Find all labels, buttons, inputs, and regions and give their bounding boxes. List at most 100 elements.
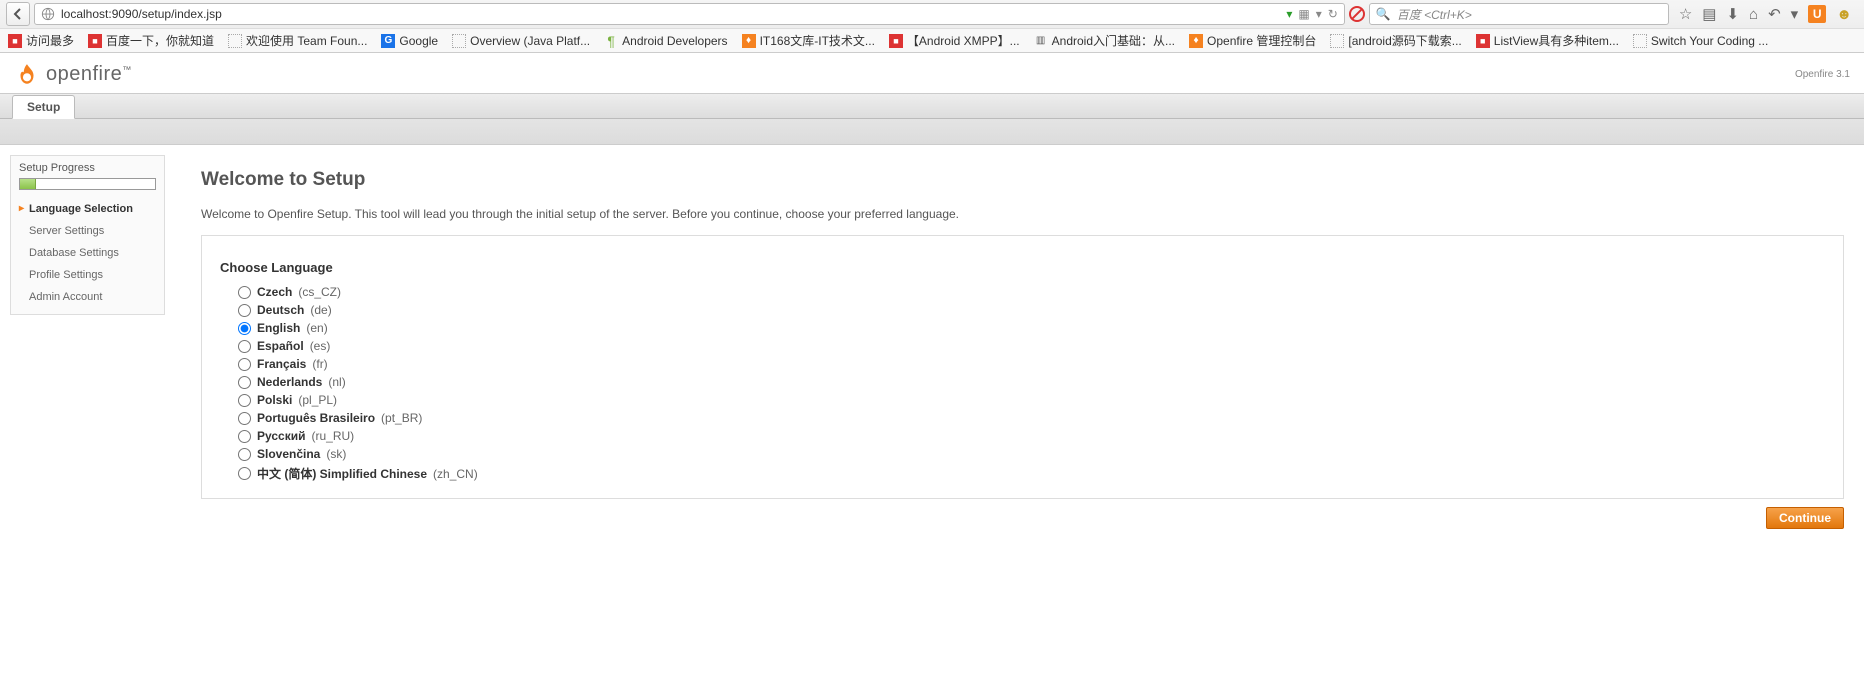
- language-radio[interactable]: [238, 394, 251, 407]
- language-label[interactable]: Português Brasileiro (pt_BR): [238, 411, 1825, 425]
- app-header: openfire™ Openfire 3.1: [0, 53, 1864, 93]
- face-icon[interactable]: ☻: [1836, 6, 1852, 23]
- openfire-logo-icon: [14, 61, 40, 87]
- bookmark-item[interactable]: ▥Android入门基础：从...: [1034, 32, 1175, 49]
- bookmark-favicon: ■: [88, 34, 102, 48]
- language-label[interactable]: Polski (pl_PL): [238, 393, 1825, 407]
- language-label[interactable]: 中文 (简体) Simplified Chinese (zh_CN): [238, 465, 1825, 482]
- language-label[interactable]: Français (fr): [238, 357, 1825, 371]
- undo-icon[interactable]: ↶: [1768, 5, 1781, 23]
- bookmark-favicon: [228, 34, 242, 48]
- language-radio[interactable]: [238, 412, 251, 425]
- bookmarks-bar: ■访问最多■百度一下，你就知道欢迎使用 Team Foun...GGoogleO…: [0, 28, 1864, 52]
- language-radio[interactable]: [238, 358, 251, 371]
- bookmark-favicon: ■: [1476, 34, 1490, 48]
- bookmark-item[interactable]: 欢迎使用 Team Foun...: [228, 32, 367, 49]
- progress-step[interactable]: Profile Settings: [19, 264, 156, 286]
- library-icon[interactable]: ▤: [1702, 5, 1716, 23]
- sidebar: Setup Progress Language SelectionServer …: [0, 145, 165, 549]
- bookmark-item[interactable]: ¶Android Developers: [604, 34, 727, 48]
- home-icon[interactable]: ⌂: [1749, 6, 1758, 23]
- sidebar-title: Setup Progress: [19, 162, 156, 174]
- main-content: Welcome to Setup Welcome to Openfire Set…: [165, 145, 1864, 549]
- language-code: (zh_CN): [433, 467, 478, 481]
- bookmark-label: Android入门基础：从...: [1052, 32, 1175, 49]
- bookmark-item[interactable]: ♦Openfire 管理控制台: [1189, 32, 1316, 49]
- bookmark-label: Openfire 管理控制台: [1207, 32, 1316, 49]
- more-icon[interactable]: ▾: [1791, 5, 1799, 23]
- bookmark-item[interactable]: Switch Your Coding ...: [1633, 34, 1768, 48]
- language-name: Français: [257, 357, 306, 371]
- progress-step[interactable]: Language Selection: [19, 198, 156, 220]
- language-radio[interactable]: [238, 322, 251, 335]
- bookmark-favicon: ■: [889, 34, 903, 48]
- reload-icon[interactable]: ↻: [1328, 7, 1338, 21]
- language-name: Nederlands: [257, 375, 322, 389]
- language-name: Slovenčina: [257, 447, 320, 461]
- bookmark-label: 访问最多: [26, 32, 74, 49]
- language-radio[interactable]: [238, 448, 251, 461]
- progress-step[interactable]: Server Settings: [19, 220, 156, 242]
- language-code: (nl): [328, 375, 345, 389]
- language-label[interactable]: Czech (cs_CZ): [238, 285, 1825, 299]
- url-bar[interactable]: localhost:9090/setup/index.jsp ▾ ▦ ▾ ↻: [34, 3, 1345, 25]
- bookmark-label: Google: [399, 34, 438, 48]
- language-code: (pl_PL): [298, 393, 337, 407]
- language-label[interactable]: Slovenčina (sk): [238, 447, 1825, 461]
- extension-icon[interactable]: U: [1808, 5, 1826, 23]
- bookmark-label: 【Android XMPP】...: [907, 32, 1020, 49]
- continue-button[interactable]: Continue: [1766, 507, 1844, 529]
- shield-icon: ▾: [1286, 7, 1292, 21]
- bookmark-item[interactable]: ■访问最多: [8, 32, 74, 49]
- search-bar[interactable]: 🔍 百度 <Ctrl+K>: [1369, 3, 1669, 25]
- language-label[interactable]: Deutsch (de): [238, 303, 1825, 317]
- language-name: 中文 (简体) Simplified Chinese: [257, 465, 427, 482]
- star-icon[interactable]: ☆: [1679, 5, 1692, 23]
- language-radio[interactable]: [238, 376, 251, 389]
- language-radio[interactable]: [238, 340, 251, 353]
- bookmark-item[interactable]: ■ListView具有多种item...: [1476, 32, 1619, 49]
- globe-icon: [41, 7, 55, 21]
- tab-setup[interactable]: Setup: [12, 95, 75, 119]
- language-option: Polski (pl_PL): [238, 391, 1825, 409]
- progress-step[interactable]: Database Settings: [19, 242, 156, 264]
- language-radio[interactable]: [238, 430, 251, 443]
- language-code: (pt_BR): [381, 411, 422, 425]
- dropdown-icon[interactable]: ▾: [1316, 7, 1322, 21]
- progress-step[interactable]: Admin Account: [19, 286, 156, 308]
- language-radio[interactable]: [238, 286, 251, 299]
- download-icon[interactable]: ⬇: [1726, 5, 1739, 23]
- bookmark-item[interactable]: [android源码下载索...: [1330, 32, 1461, 49]
- language-label[interactable]: English (en): [238, 321, 1825, 335]
- bookmark-item[interactable]: Overview (Java Platf...: [452, 34, 590, 48]
- language-label[interactable]: Español (es): [238, 339, 1825, 353]
- sub-band: [0, 119, 1864, 145]
- language-label[interactable]: Русский (ru_RU): [238, 429, 1825, 443]
- url-text: localhost:9090/setup/index.jsp: [61, 7, 1280, 21]
- choose-language-label: Choose Language: [220, 260, 1825, 275]
- language-code: (en): [306, 321, 327, 335]
- bookmark-item[interactable]: ♦IT168文库-IT技术文...: [742, 32, 875, 49]
- language-option: Français (fr): [238, 355, 1825, 373]
- language-radio[interactable]: [238, 467, 251, 480]
- language-name: Polski: [257, 393, 292, 407]
- bookmark-favicon: [1330, 34, 1344, 48]
- bookmark-item[interactable]: ■百度一下，你就知道: [88, 32, 214, 49]
- bookmark-item[interactable]: GGoogle: [381, 34, 438, 48]
- bookmark-favicon: ¶: [604, 34, 618, 48]
- noscript-icon[interactable]: [1349, 6, 1365, 22]
- language-label[interactable]: Nederlands (nl): [238, 375, 1825, 389]
- language-code: (es): [310, 339, 331, 353]
- qr-icon[interactable]: ▦: [1298, 7, 1309, 21]
- back-button[interactable]: [6, 2, 30, 26]
- language-name: Русский: [257, 429, 306, 443]
- bookmark-favicon: [1633, 34, 1647, 48]
- language-option: Español (es): [238, 337, 1825, 355]
- language-name: Deutsch: [257, 303, 304, 317]
- logo-text: openfire™: [46, 63, 132, 86]
- bookmark-label: 欢迎使用 Team Foun...: [246, 32, 367, 49]
- language-radio[interactable]: [238, 304, 251, 317]
- intro-text: Welcome to Openfire Setup. This tool wil…: [201, 207, 1844, 221]
- bookmark-item[interactable]: ■ 【Android XMPP】...: [889, 32, 1020, 49]
- language-code: (ru_RU): [312, 429, 355, 443]
